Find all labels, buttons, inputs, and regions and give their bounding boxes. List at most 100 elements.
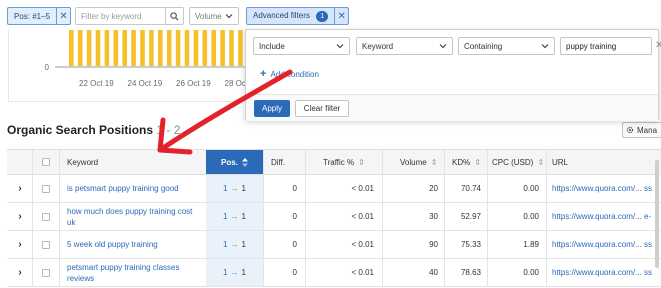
sort-icon <box>241 157 248 167</box>
row-checkbox[interactable] <box>42 268 50 277</box>
row-checkbox[interactable] <box>42 212 50 221</box>
diff-value: 0 <box>292 268 297 277</box>
header-traffic[interactable]: Traffic % ⇕ <box>323 150 365 174</box>
chart-bar <box>140 30 145 66</box>
header-pos-label: Pos. <box>221 157 238 167</box>
operator-dropdown[interactable]: Containing <box>458 37 555 55</box>
position-change: 1 → 1 <box>206 203 263 230</box>
position-from: 1 <box>223 212 228 221</box>
header-cpc-sort-icon: ⇕ <box>537 157 545 167</box>
keyword-link[interactable]: petsmart puppy training classes reviews <box>67 259 202 286</box>
column-divider <box>382 175 383 202</box>
table-header: Keyword Pos. Diff. Traffic % ⇕ Volume ⇕ … <box>7 149 661 175</box>
vertical-scrollbar[interactable] <box>655 160 659 268</box>
volume-dropdown[interactable]: Volume <box>189 7 239 25</box>
clear-filter-button[interactable]: Clear filter <box>295 100 349 117</box>
url-link[interactable]: https://www.quora.com/... e- <box>552 203 657 230</box>
chart-bar <box>184 30 190 66</box>
header-kd-sort-icon: ⇕ <box>474 157 481 167</box>
keyword-link[interactable]: is petsmart puppy training good <box>67 175 202 202</box>
diff-value: 0 <box>292 212 297 221</box>
remove-position-filter-icon[interactable]: ✕ <box>56 8 70 24</box>
chart-bar <box>158 30 163 66</box>
keyword-search-input[interactable] <box>76 8 165 24</box>
include-dropdown[interactable]: Include <box>253 37 350 55</box>
select-all-checkbox[interactable] <box>42 158 50 166</box>
row-checkbox[interactable] <box>42 240 50 249</box>
include-dropdown-label: Include <box>259 41 285 51</box>
column-divider <box>59 231 60 258</box>
header-url[interactable]: URL <box>552 150 568 174</box>
column-divider <box>444 203 445 230</box>
row-checkbox[interactable] <box>42 184 50 193</box>
header-kd[interactable]: KD% ⇕ <box>452 150 481 174</box>
remove-condition-icon[interactable]: ✕ <box>655 40 661 51</box>
chart-bar <box>175 30 181 66</box>
apply-button[interactable]: Apply <box>254 100 290 117</box>
column-divider <box>546 175 547 202</box>
column-divider <box>263 231 264 258</box>
manage-columns-button[interactable]: Mana <box>622 122 661 138</box>
column-divider <box>59 175 60 202</box>
organic-positions-table: Keyword Pos. Diff. Traffic % ⇕ Volume ⇕ … <box>7 149 661 287</box>
column-divider <box>546 259 547 286</box>
header-volume[interactable]: Volume ⇕ <box>400 150 437 174</box>
keyword-link[interactable]: 5 week old puppy training <box>67 231 202 258</box>
header-traffic-sort-icon: ⇕ <box>358 157 365 167</box>
advanced-filters-label-wrap: Advanced filters 1 <box>247 10 334 22</box>
url-link[interactable]: https://www.quora.com/... ss <box>552 231 657 258</box>
column-divider <box>382 150 383 174</box>
expand-row-icon[interactable]: › <box>13 259 27 286</box>
add-condition-link[interactable]: + Add condition <box>260 68 319 80</box>
url-link[interactable]: https://www.quora.com/... ss <box>552 259 657 286</box>
search-button[interactable] <box>165 8 183 24</box>
page-title: Organic Search Positions 1 - 2 <box>7 123 180 137</box>
traffic-value: < 0.01 <box>351 268 374 277</box>
header-diff[interactable]: Diff. <box>271 150 285 174</box>
gear-icon <box>626 126 634 134</box>
expand-row-icon[interactable]: › <box>13 231 27 258</box>
keyword-link[interactable]: how much does puppy training cost uk <box>67 203 202 230</box>
row-checkbox-cell <box>42 175 50 202</box>
position-from: 1 <box>223 268 228 277</box>
chart-bar <box>113 30 119 66</box>
header-pos[interactable]: Pos. <box>206 150 263 174</box>
table-row: › 5 week old puppy training 1 → 1 0 < 0.01… <box>7 231 661 259</box>
chevron-down-icon <box>336 44 344 49</box>
kd-value: 75.33 <box>460 240 481 249</box>
column-divider <box>487 150 488 174</box>
column-divider <box>487 231 488 258</box>
field-dropdown[interactable]: Keyword <box>356 37 453 55</box>
column-divider <box>59 203 60 230</box>
expand-row-icon[interactable]: › <box>13 175 27 202</box>
kd-value: 78.63 <box>460 268 481 277</box>
column-divider <box>546 203 547 230</box>
chart-bar <box>166 30 172 66</box>
operator-dropdown-label: Containing <box>464 41 503 51</box>
plus-icon: + <box>260 68 267 80</box>
keyword-search-box <box>75 7 184 25</box>
arrow-right-icon: → <box>230 184 239 193</box>
expand-row-icon[interactable]: › <box>13 203 27 230</box>
column-divider <box>546 231 547 258</box>
advanced-filters-label: Advanced filters <box>253 10 310 20</box>
header-keyword[interactable]: Keyword <box>67 150 98 174</box>
chart-bar <box>131 30 136 66</box>
url-link[interactable]: https://www.quora.com/... ss <box>552 175 657 202</box>
chart-bar <box>86 30 92 66</box>
remove-advanced-filters-icon[interactable]: ✕ <box>334 8 348 24</box>
column-divider <box>305 203 306 230</box>
kd-value: 52.97 <box>460 212 481 221</box>
position-filter-chip[interactable]: Pos: #1–5 ✕ <box>7 7 72 25</box>
column-divider <box>263 175 264 202</box>
header-traffic-label: Traffic % <box>323 157 355 167</box>
volume-dropdown-label: Volume <box>195 11 222 21</box>
position-from: 1 <box>223 240 228 249</box>
header-cpc[interactable]: CPC (USD) ⇕ <box>492 150 544 174</box>
advanced-filters-button[interactable]: Advanced filters 1 ✕ <box>246 7 350 25</box>
filter-value-input[interactable] <box>560 37 652 55</box>
diff-value: 0 <box>292 240 297 249</box>
column-divider <box>487 175 488 202</box>
table-row: › petsmart puppy training classes review… <box>7 259 661 287</box>
chart-bar <box>122 30 127 66</box>
